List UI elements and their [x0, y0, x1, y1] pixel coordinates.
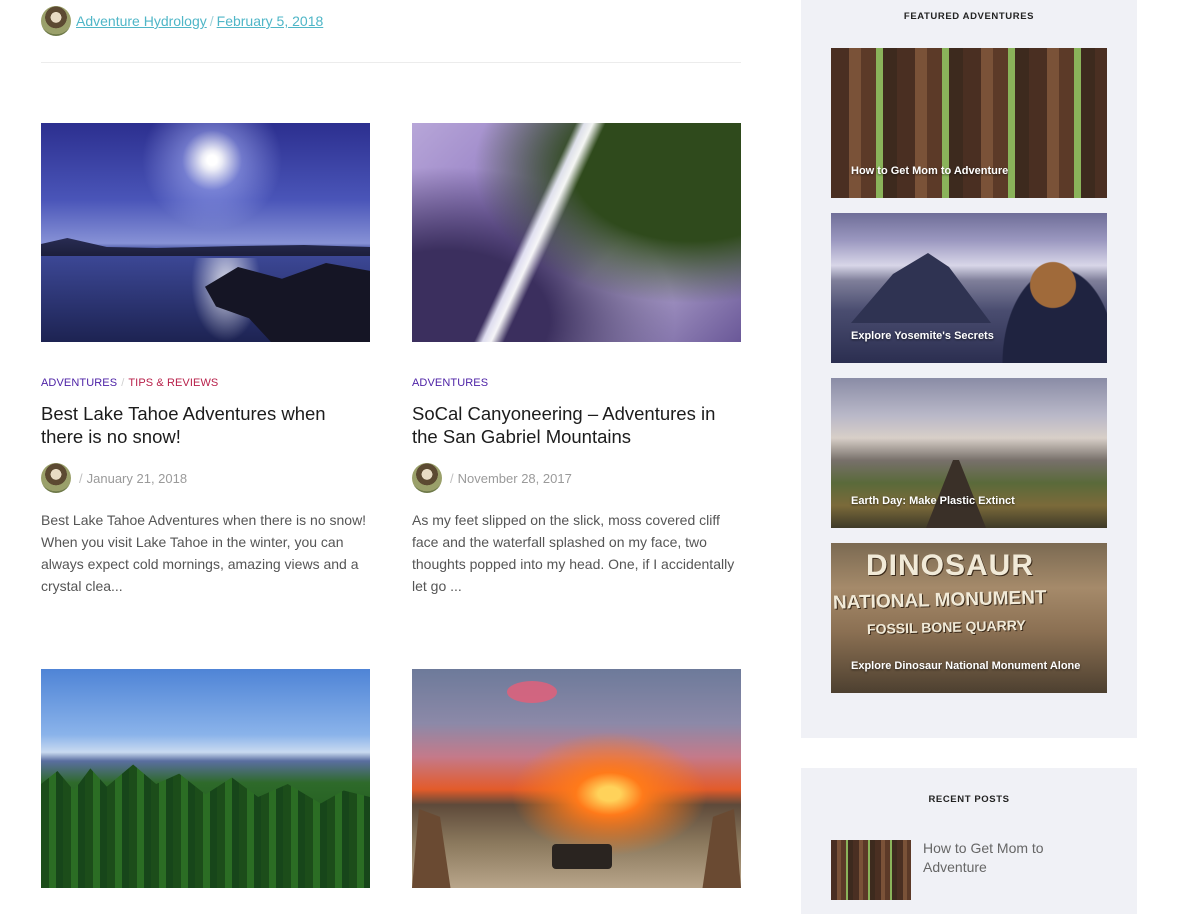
- post-thumbnail-forest[interactable]: [41, 669, 370, 888]
- post-categories: ADVENTURES / TIPS & REVIEWS: [41, 377, 219, 389]
- author-link[interactable]: Adventure Hydrology: [76, 13, 207, 29]
- category-link[interactable]: ADVENTURES: [412, 377, 488, 389]
- post-thumbnail-canyoneering[interactable]: [412, 123, 741, 342]
- author-avatar: [412, 463, 442, 493]
- widget-title: FEATURED ADVENTURES: [903, 11, 1035, 22]
- post-card: [41, 669, 370, 888]
- post-categories: ADVENTURES: [412, 376, 741, 390]
- category-link[interactable]: TIPS & REVIEWS: [128, 377, 218, 389]
- recent-post-thumbnail[interactable]: [831, 840, 911, 900]
- featured-item-title[interactable]: Earth Day: Make Plastic Extinct: [851, 495, 1015, 507]
- featured-item-title[interactable]: Explore Dinosaur National Monument Alone: [851, 660, 1080, 672]
- post-title[interactable]: Best Lake Tahoe Adventures when there is…: [41, 402, 370, 448]
- featured-item[interactable]: Explore Yosemite's Secrets: [831, 213, 1107, 363]
- post-title[interactable]: SoCal Canyoneering – Adventures in the S…: [412, 402, 741, 448]
- category-link[interactable]: ADVENTURES: [41, 377, 117, 389]
- recent-post-title[interactable]: How to Get Mom to Adventure: [923, 839, 1083, 900]
- post-meta: / January 21, 2018: [41, 463, 370, 493]
- post-card: ADVENTURES / TIPS & REVIEWS Best Lake Taho…: [41, 123, 370, 597]
- recent-post-item[interactable]: How to Get Mom to Adventure: [831, 840, 1083, 900]
- post-meta: / November 28, 2017: [412, 463, 741, 493]
- author-avatar: [41, 463, 71, 493]
- post-date-link[interactable]: February 5, 2018: [217, 13, 324, 29]
- featured-item-title[interactable]: How to Get Mom to Adventure: [851, 165, 1008, 177]
- post-card: [412, 669, 741, 888]
- post-date: November 28, 2017: [457, 470, 572, 486]
- recent-posts-widget: RECENT POSTS How to Get Mom to Adventure: [801, 768, 1137, 914]
- featured-item-title[interactable]: Explore Yosemite's Secrets: [851, 330, 994, 342]
- widget-title: RECENT POSTS: [928, 794, 1010, 805]
- author-avatar: [41, 6, 71, 36]
- meta-separator: /: [209, 13, 214, 29]
- post-excerpt: As my feet slipped on the slick, moss co…: [412, 512, 735, 594]
- post-excerpt: Best Lake Tahoe Adventures when there is…: [41, 512, 367, 594]
- featured-item[interactable]: DINOSAUR NATIONAL MONUMENT FOSSIL BONE Q…: [831, 543, 1107, 693]
- post-thumbnail-lake-tahoe[interactable]: [41, 123, 370, 342]
- featured-item[interactable]: Earth Day: Make Plastic Extinct: [831, 378, 1107, 528]
- post-date: January 21, 2018: [86, 470, 188, 486]
- featured-adventures-widget: FEATURED ADVENTURES How to Get Mom to Ad…: [801, 0, 1137, 738]
- post-thumbnail-sunset[interactable]: [412, 669, 741, 888]
- featured-item[interactable]: How to Get Mom to Adventure: [831, 48, 1107, 198]
- post-card: ADVENTURES SoCal Canyoneering – Adventur…: [412, 123, 741, 597]
- divider: [41, 62, 741, 63]
- post-meta: Adventure Hydrology / February 5, 2018: [41, 6, 323, 36]
